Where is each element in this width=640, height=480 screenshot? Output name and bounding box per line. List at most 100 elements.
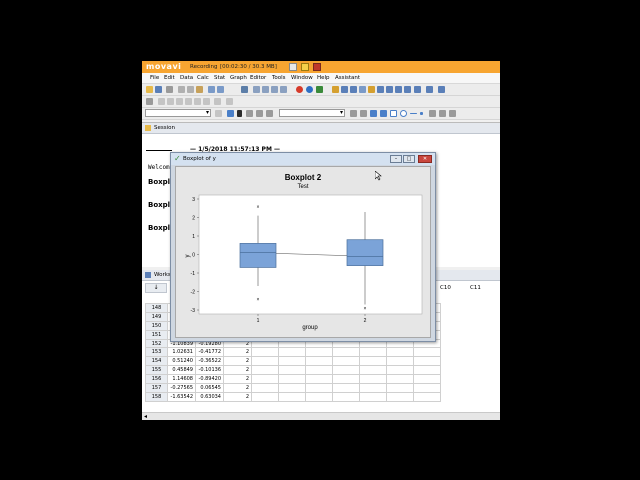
report-icon[interactable]	[368, 86, 375, 93]
text-icon[interactable]	[380, 110, 387, 117]
edit-icon[interactable]	[226, 98, 233, 105]
ellipse-icon[interactable]	[400, 110, 407, 117]
stop-icon[interactable]	[313, 63, 321, 71]
polygon-icon[interactable]	[439, 110, 446, 117]
cell[interactable]	[359, 391, 387, 402]
move-column-icon[interactable]	[176, 98, 183, 105]
graph-titlebar[interactable]: ✓ Boxplot of y – □ ✕	[171, 153, 435, 165]
insert-column-icon[interactable]	[167, 98, 174, 105]
cell[interactable]	[278, 347, 306, 358]
table-row[interactable]: 157 -0.27565 0.06545 2	[145, 383, 441, 393]
recorder-settings-icon[interactable]	[289, 63, 297, 71]
cell[interactable]	[332, 374, 360, 385]
cell[interactable]	[251, 356, 279, 367]
cell[interactable]: 0.06545	[195, 383, 224, 393]
cell[interactable]: 0.45849	[167, 365, 196, 376]
lock-icon[interactable]	[449, 110, 456, 117]
cell[interactable]: 0.51240	[167, 356, 196, 367]
delete-icon[interactable]	[185, 98, 192, 105]
cell[interactable]	[332, 391, 360, 402]
print-icon[interactable]	[166, 86, 173, 93]
cell[interactable]	[251, 383, 279, 393]
cancel-icon[interactable]	[296, 86, 303, 93]
cell[interactable]	[359, 374, 387, 385]
cell-icon[interactable]	[146, 98, 153, 105]
annotation-icon[interactable]	[350, 110, 357, 117]
cascade-icon[interactable]	[414, 86, 421, 93]
project-icon[interactable]	[426, 86, 433, 93]
redo-icon[interactable]	[217, 86, 224, 93]
boxplot-chart[interactable]: Boxplot 2 Test 3 2 1 0 -1 -2 -3 × × 1 × 2 y group	[176, 167, 430, 337]
cell[interactable]	[305, 374, 333, 385]
cell[interactable]	[386, 374, 414, 385]
table-row[interactable]: 155 0.45849 -0.10136 2	[145, 365, 441, 376]
graph-item-select[interactable]	[145, 109, 211, 117]
row-number[interactable]: 153	[145, 347, 168, 358]
cell[interactable]: 1.02631	[167, 347, 196, 358]
cell[interactable]	[359, 365, 387, 376]
zoom-icon[interactable]	[360, 110, 367, 117]
undo-icon[interactable]	[208, 86, 215, 93]
cell[interactable]	[278, 374, 306, 385]
boxplot-graph-window[interactable]: ✓ Boxplot of y – □ ✕ Boxplot 2 Test 3 2 1 0…	[170, 152, 436, 342]
cell[interactable]	[278, 356, 306, 367]
cell[interactable]	[305, 383, 333, 393]
graph-style-select[interactable]	[279, 109, 345, 117]
set-id-icon[interactable]	[266, 110, 273, 117]
row-number[interactable]: 157	[145, 383, 168, 393]
cell[interactable]: 2	[223, 383, 252, 393]
cell[interactable]: -0.89420	[195, 374, 224, 385]
menu-tools[interactable]: Tools	[272, 75, 286, 81]
insert-row-icon[interactable]	[158, 98, 165, 105]
cell[interactable]	[278, 383, 306, 393]
edit-item-icon[interactable]	[215, 110, 222, 117]
cell[interactable]	[305, 356, 333, 367]
replace-icon[interactable]	[280, 86, 287, 93]
cell[interactable]: 1.14608	[167, 374, 196, 385]
tile-icon[interactable]	[404, 86, 411, 93]
cell[interactable]	[386, 365, 414, 376]
session-titlebar[interactable]: Session	[142, 123, 500, 134]
history-icon[interactable]	[359, 86, 366, 93]
marker-icon[interactable]	[420, 112, 423, 115]
column-header-c11[interactable]: C11	[470, 285, 481, 291]
cell[interactable]	[278, 365, 306, 376]
select-all-cell[interactable]: ↓	[145, 283, 167, 293]
cell[interactable]	[386, 347, 414, 358]
brush-icon[interactable]	[438, 86, 445, 93]
clear-icon[interactable]	[194, 98, 201, 105]
cell[interactable]: 2	[223, 374, 252, 385]
cell[interactable]	[386, 391, 414, 402]
cell[interactable]: 2	[223, 391, 252, 402]
polyline-icon[interactable]	[429, 110, 436, 117]
row-number[interactable]: 158	[145, 391, 168, 402]
select-icon[interactable]	[227, 110, 234, 117]
cell[interactable]	[332, 356, 360, 367]
cell[interactable]	[251, 391, 279, 402]
graph-icon[interactable]	[350, 86, 357, 93]
cell[interactable]	[278, 391, 306, 402]
pointer-icon[interactable]	[370, 110, 377, 117]
cell[interactable]	[413, 374, 441, 385]
format-icon[interactable]	[214, 98, 221, 105]
cell[interactable]	[305, 347, 333, 358]
cell[interactable]	[332, 383, 360, 393]
rectangle-icon[interactable]	[390, 110, 397, 117]
row-number[interactable]: 151	[145, 329, 168, 340]
filter-icon[interactable]	[256, 110, 263, 117]
menu-graph[interactable]: Graph	[230, 75, 247, 81]
window-icon[interactable]	[395, 86, 402, 93]
table-row[interactable]: 153 1.02631 -0.41772 2	[145, 347, 441, 358]
cell[interactable]	[305, 391, 333, 402]
cell[interactable]	[359, 347, 387, 358]
cell[interactable]: -0.41772	[195, 347, 224, 358]
horizontal-scrollbar[interactable]: ◂	[142, 412, 500, 420]
cell[interactable]	[359, 383, 387, 393]
menu-window[interactable]: Window	[291, 75, 313, 81]
menu-editor[interactable]: Editor	[250, 75, 266, 81]
copy-icon[interactable]	[187, 86, 194, 93]
cell[interactable]	[413, 356, 441, 367]
table-row[interactable]: 158 -1.63542 0.63034 2	[145, 391, 441, 402]
sort-icon[interactable]	[203, 98, 210, 105]
layout-icon[interactable]	[386, 86, 393, 93]
